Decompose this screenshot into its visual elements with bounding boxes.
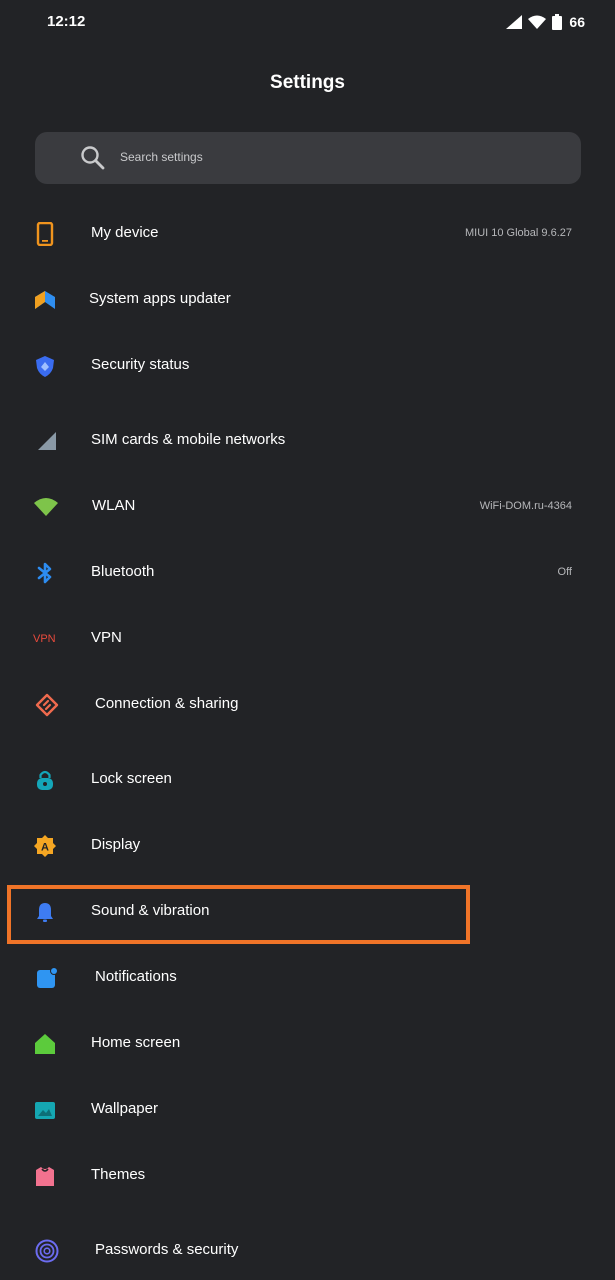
settings-item-label: Notifications: [95, 968, 177, 985]
settings-item-lock-screen[interactable]: Lock screen: [0, 752, 615, 808]
shield-icon: [36, 356, 54, 377]
settings-item-value: Off: [557, 566, 572, 578]
settings-item-value: MIUI 10 Global 9.6.27: [464, 227, 572, 239]
settings-item-label: Themes: [91, 1166, 146, 1183]
settings-item-label: WLAN: [92, 497, 136, 514]
settings-item-label: Security status: [91, 356, 190, 373]
vpn-icon: VPN: [33, 633, 56, 645]
settings-item-vpn[interactable]: VPN VPN: [0, 611, 615, 667]
settings-list: My device MIUI 10 Global 9.6.27 System a…: [0, 0, 615, 1280]
settings-item-bluetooth[interactable]: Bluetooth Off: [0, 545, 615, 601]
settings-item-connection-sharing[interactable]: Connection & sharing: [0, 677, 615, 733]
display-icon: A: [34, 835, 56, 857]
settings-item-label: My device: [91, 224, 159, 241]
notifications-icon: [37, 967, 58, 988]
settings-item-value: WiFi-DOM.ru-4364: [479, 500, 572, 512]
lock-icon: [37, 770, 53, 790]
themes-icon: [36, 1167, 54, 1186]
settings-item-security-status[interactable]: Security status: [0, 338, 615, 394]
connection-icon: [35, 693, 59, 717]
settings-item-wallpaper[interactable]: Wallpaper: [0, 1082, 615, 1138]
updater-icon: [35, 291, 55, 309]
settings-item-label: System apps updater: [89, 290, 231, 307]
settings-item-wlan[interactable]: WLAN WiFi-DOM.ru-4364: [0, 479, 615, 535]
wallpaper-icon: [35, 1102, 55, 1119]
settings-item-label: SIM cards & mobile networks: [91, 431, 286, 448]
phone-icon: [36, 222, 54, 246]
settings-item-label: Connection & sharing: [95, 695, 239, 712]
settings-item-label: Bluetooth: [91, 563, 155, 580]
settings-item-home-screen[interactable]: Home screen: [0, 1016, 615, 1072]
home-icon: [35, 1034, 55, 1054]
sim-signal-icon: [38, 432, 56, 450]
display-icon-letter: A: [41, 842, 49, 854]
settings-item-system-apps-updater[interactable]: System apps updater: [0, 272, 615, 328]
settings-item-label: Display: [91, 836, 141, 853]
wifi-icon: [34, 498, 58, 516]
settings-item-label: Lock screen: [91, 770, 172, 787]
settings-item-sim-cards[interactable]: SIM cards & mobile networks: [0, 413, 615, 469]
settings-item-passwords-security[interactable]: Passwords & security: [0, 1223, 615, 1279]
settings-item-label: Wallpaper: [91, 1100, 158, 1117]
bluetooth-icon: [37, 562, 52, 584]
fingerprint-icon: [35, 1239, 59, 1263]
settings-item-label: Passwords & security: [95, 1241, 239, 1258]
settings-item-display[interactable]: A Display: [0, 818, 615, 874]
settings-item-notifications[interactable]: Notifications: [0, 950, 615, 1006]
settings-item-label: Home screen: [91, 1034, 181, 1051]
settings-item-my-device[interactable]: My device MIUI 10 Global 9.6.27: [0, 206, 615, 262]
highlight-annotation: [7, 885, 470, 944]
settings-item-label: VPN: [91, 629, 122, 646]
settings-item-themes[interactable]: Themes: [0, 1148, 615, 1204]
